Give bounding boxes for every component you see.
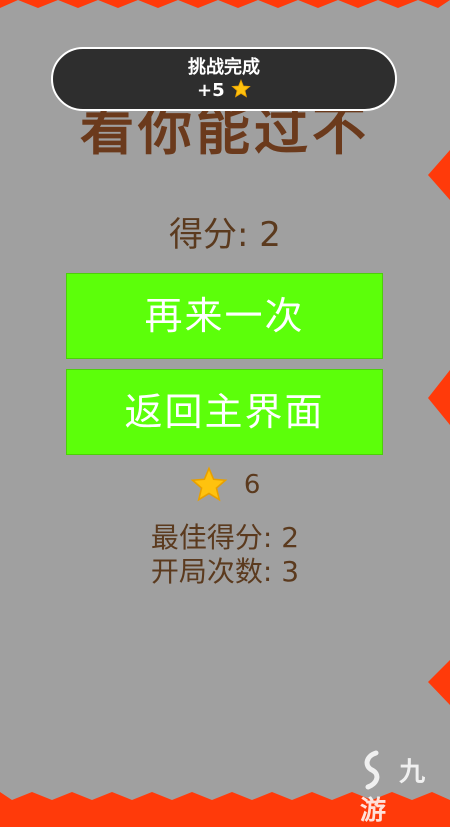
watermark: 九游 (360, 750, 450, 826)
score-label: 得分: 2 (169, 215, 281, 255)
games-played-label: 开局次数: 3 (150, 555, 300, 588)
home-button[interactable]: 返回主界面 (66, 369, 383, 455)
best-score-label: 最佳得分: 2 (150, 521, 300, 554)
jiuyou-logo-icon (364, 750, 380, 790)
toast-reward: +5 (53, 79, 395, 103)
toast-title: 挑战完成 (188, 57, 260, 78)
star-count: 6 (243, 470, 261, 500)
star-icon (231, 79, 251, 98)
toast-reward-text: +5 (197, 80, 225, 101)
challenge-complete-toast: 挑战完成 +5 (51, 47, 397, 111)
star-icon (190, 466, 228, 502)
star-total: 6 (0, 466, 450, 506)
retry-button[interactable]: 再来一次 (66, 273, 383, 359)
